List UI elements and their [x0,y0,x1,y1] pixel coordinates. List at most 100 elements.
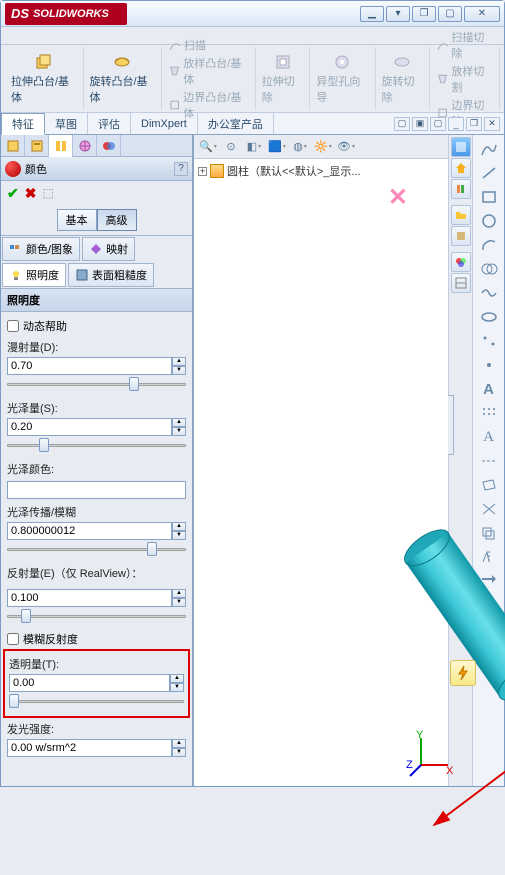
restore-button[interactable]: ❐ [412,6,436,22]
diffuse-down[interactable]: ▼ [172,366,186,375]
close-button[interactable]: ✕ [464,6,500,22]
advanced-button[interactable]: 高级 [97,209,137,231]
tab-dimxpert[interactable]: DimXpert [131,113,198,134]
panel-scroll[interactable]: 照明度 动态帮助 漫射量(D): ▲▼ 光泽量(S): ▲▼ 光泽颜色: 光泽传… [1,288,192,786]
expand-icon[interactable]: + [198,167,207,176]
text-tool[interactable]: A [478,379,500,399]
refl-down[interactable]: ▼ [172,598,186,607]
mapping-tab[interactable]: 映射 [82,237,135,261]
offset-tool[interactable] [478,523,500,543]
mgr-tab-dim[interactable] [73,135,97,157]
diffuse-up[interactable]: ▲ [172,357,186,366]
specular-input[interactable] [7,418,172,436]
reflect-input[interactable] [7,589,172,607]
sweep-cut-button[interactable]: 扫描切除 [434,28,495,62]
color-image-tab[interactable]: 颜色/图象 [2,237,80,261]
doc-btn-3[interactable]: ▢ [430,117,446,131]
plane-tool[interactable] [478,475,500,495]
blur-reflect-checkbox[interactable] [7,633,19,645]
spline2-tool[interactable] [478,283,500,303]
doc-btn-2[interactable]: ▣ [412,117,428,131]
pane-resize-grip[interactable] [448,395,454,455]
point-tool[interactable] [478,331,500,351]
trans-up[interactable]: ▲ [170,674,184,683]
trim-tool[interactable] [478,499,500,519]
quick-tips-button[interactable] [450,660,476,686]
line-tool[interactable] [478,163,500,183]
mgr-tab-config[interactable] [49,135,73,157]
doc-btn-1[interactable]: ▢ [394,117,410,131]
trans-down[interactable]: ▼ [170,683,184,692]
illumination-tab[interactable]: 照明度 [2,263,66,287]
spread-up[interactable]: ▲ [172,522,186,531]
basic-button[interactable]: 基本 [57,209,97,231]
vt-display[interactable]: ◍▾ [290,138,310,156]
arc-tool[interactable] [478,235,500,255]
pierce-tool[interactable] [478,355,500,375]
pin-button[interactable]: ⬚ [42,186,53,200]
view-triad[interactable]: Y X Z [406,730,456,780]
spline-tool[interactable] [478,139,500,159]
vt-zoom[interactable]: 🔍▾ [198,138,218,156]
hole-wizard-button[interactable]: 异型孔向导 [314,50,370,107]
rb-appearances[interactable] [451,226,471,246]
rb-resources[interactable] [451,137,471,157]
dropdown-button[interactable]: ▾ [386,6,410,22]
trans-input[interactable] [9,674,170,692]
fillet-tool[interactable] [478,259,500,279]
spec-down[interactable]: ▼ [172,427,186,436]
diffuse-input[interactable] [7,357,172,375]
pattern-tool[interactable] [478,403,500,423]
diffuse-slider[interactable] [7,377,186,391]
mgr-tab-prop[interactable] [25,135,49,157]
doc-close[interactable]: ✕ [484,117,500,131]
tab-evaluate[interactable]: 评估 [88,113,131,134]
extrude-boss-button[interactable]: 拉伸凸台/基体 [9,50,79,107]
rectangle-tool[interactable] [478,187,500,207]
ok-button[interactable]: ✔ [7,185,19,202]
refl-up[interactable]: ▲ [172,589,186,598]
mgr-tab-render[interactable] [97,135,121,157]
lum-input[interactable] [7,739,172,757]
revolve-cut-button[interactable]: 旋转切除 [380,50,426,107]
cancel-button[interactable]: ✖ [25,185,37,202]
doc-min[interactable]: _ [448,117,464,131]
spec-spread-input[interactable] [7,522,172,540]
centerline-tool[interactable] [478,451,500,471]
revolve-boss-button[interactable]: 旋转凸台/基体 [88,50,158,107]
rb-design-lib[interactable] [451,158,471,178]
spec-up[interactable]: ▲ [172,418,186,427]
spec-color-swatch[interactable] [7,481,186,499]
tab-sketch[interactable]: 草图 [45,113,88,134]
vt-hide[interactable]: 👁▾ [336,138,356,156]
lum-down[interactable]: ▼ [172,748,186,757]
minimize-button[interactable]: ▁ [360,6,384,22]
doc-max[interactable]: ❐ [466,117,482,131]
vt-scene[interactable]: 🔆▾ [313,138,333,156]
specular-slider[interactable] [7,438,186,452]
spread-down[interactable]: ▼ [172,531,186,540]
tab-feature[interactable]: 特征 [1,113,45,135]
sweep-button[interactable]: 扫描 [166,36,208,54]
rb-view-palette[interactable] [451,205,471,225]
mgr-tab-feature[interactable] [1,135,25,157]
dynamic-help-checkbox[interactable] [7,320,19,332]
reflect-slider[interactable] [7,609,186,623]
lum-up[interactable]: ▲ [172,739,186,748]
loft-cut-button[interactable]: 放样切割 [434,62,495,96]
maximize-button[interactable]: ▢ [438,6,462,22]
spec-spread-slider[interactable] [7,542,186,556]
help-button[interactable]: ? [174,162,188,176]
circle-tool[interactable] [478,211,500,231]
viewport[interactable]: 🔍▾ ⊙ ◧▾ 🟦▾ ◍▾ 🔆▾ 👁▾ + 圆柱（默认<<默认>_显示... ✕ [194,135,448,786]
clear-selection-icon[interactable]: ✕ [388,183,408,212]
roughness-tab[interactable]: 表面粗糙度 [68,263,154,287]
ellipse-tool[interactable] [478,307,500,327]
loft-button[interactable]: 放样凸台/基体 [166,54,251,88]
tab-office[interactable]: 办公室产品 [198,113,274,134]
vt-magnify[interactable]: ⊙ [221,138,241,156]
trans-slider[interactable] [9,694,184,708]
flyout-tree[interactable]: + 圆柱（默认<<默认>_显示... [194,159,448,183]
rb-tab-last[interactable] [451,273,471,293]
text2-tool[interactable]: A [478,427,500,447]
